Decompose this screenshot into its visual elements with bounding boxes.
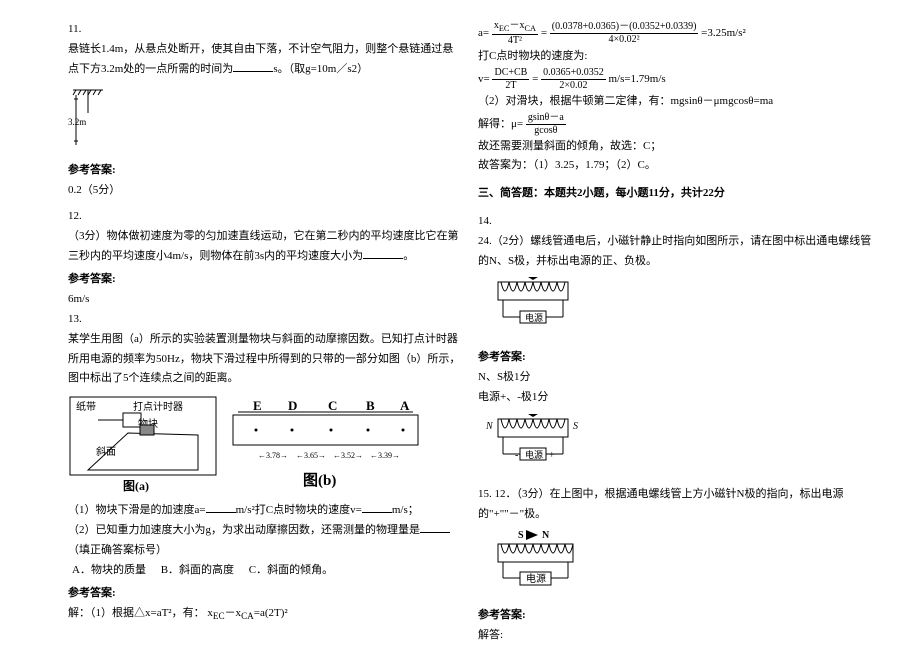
q11-answer: 0.2（5分） <box>68 181 462 201</box>
svg-text:图(b): 图(b) <box>303 472 336 489</box>
q13-figures: 纸带 打点计时器 物块 斜面 图(a) E D C B A ←3.78→ <box>68 395 462 495</box>
svg-text:S: S <box>573 421 578 432</box>
line-need: 故还需要测量斜面的倾角，故选：C； <box>478 137 872 157</box>
q15: 15. 12．（3分）在上图中，根据通电螺线管上方小磁针N极的指向，标出电源的"… <box>478 485 872 646</box>
svg-text:C: C <box>328 398 337 413</box>
q13-num: 13. <box>68 313 82 325</box>
q14-num: 14. <box>478 212 872 232</box>
svg-text:-: - <box>515 450 518 461</box>
svg-text:N: N <box>542 530 550 541</box>
q12-num: 12. <box>68 210 82 222</box>
q13-sub1: （1）物块下滑是的加速度a=m/s²打C点时物块的速度v=m/s； <box>68 501 462 521</box>
ans14-1: N、S极1分 <box>478 368 872 388</box>
svg-text:E: E <box>253 398 262 413</box>
svg-text:电源: 电源 <box>526 572 546 585</box>
q11-body: 悬链长1.4m，从悬点处断开，使其自由下落，不计空气阻力，则整个悬链通过悬点下方… <box>68 40 462 80</box>
left-column: 11. 悬链长1.4m，从悬点处断开，使其自由下落，不计空气阻力，则整个悬链通过… <box>60 20 470 631</box>
dim-label: 3.2m <box>68 117 86 127</box>
answer-label: 参考答案: <box>68 584 462 604</box>
fraction: 0.0365+0.0352 2×0.02 <box>541 67 606 92</box>
blank <box>233 60 273 72</box>
q12-answer: 6m/s <box>68 290 462 310</box>
svg-text:N: N <box>485 421 494 432</box>
svg-text:A: A <box>400 398 410 413</box>
option-c: C．斜面的倾角。 <box>249 561 333 581</box>
q13-options: A．物块的质量 B．斜面的高度 C．斜面的倾角。 <box>72 561 462 581</box>
eq-mu: 解得：μ= gsinθ－a gcosθ <box>478 112 872 137</box>
svg-text:打点计时器: 打点计时器 <box>133 400 183 413</box>
line-final-ans: 故答案为：（1）3.25，1.79；（2）C。 <box>478 156 872 176</box>
fraction: gsinθ－a gcosθ <box>526 112 566 137</box>
q14-diagram: NS 电源 <box>478 277 872 342</box>
answer-label: 参考答案: <box>478 606 872 626</box>
eq-velocity: v= DC+CB 2T = 0.0365+0.0352 2×0.02 m/s=1… <box>478 67 872 92</box>
q13-solution: 解：（1）根据△x=aT²，有： xEC－xCA=a(2T)² <box>68 604 462 625</box>
q14-answer-diagram: N NS S 电源 -+ <box>478 414 872 479</box>
blank <box>206 501 236 513</box>
svg-text:电源: 电源 <box>525 449 543 460</box>
q13: 13. 某学生用图（a）所示的实验装置测量物块与斜面的动摩擦因数。已知打点计时器… <box>68 310 462 625</box>
svg-text:电源: 电源 <box>525 312 543 323</box>
option-b: B．斜面的高度 <box>161 561 234 581</box>
fraction: DC+CB 2T <box>492 67 529 92</box>
svg-text:B: B <box>366 398 375 413</box>
svg-text:图(a): 图(a) <box>123 479 149 493</box>
figure-b: E D C B A ←3.78→ ←3.65→ ←3.52→ ←3.39→ 图(… <box>228 395 428 495</box>
right-column: a= xEC－xCA 4T² = (0.0378+0.0365)－(0.0352… <box>470 20 880 631</box>
figure-a: 纸带 打点计时器 物块 斜面 图(a) <box>68 395 218 495</box>
jieda-label: 解答: <box>478 626 872 646</box>
eq-acceleration: a= xEC－xCA 4T² = (0.0378+0.0365)－(0.0352… <box>478 20 872 47</box>
line-newton: （2）对滑块，根据牛顿第二定律，有：mgsinθ－μmgcosθ=ma <box>478 92 872 112</box>
q11: 11. 悬链长1.4m，从悬点处断开，使其自由下落，不计空气阻力，则整个悬链通过… <box>68 20 462 201</box>
q12-body: （3分）物体做初速度为零的匀加速直线运动，它在第二秒内的平均速度比它在第三秒内的… <box>68 227 462 267</box>
svg-text:斜面: 斜面 <box>96 445 116 458</box>
blank <box>362 501 392 513</box>
svg-text:D: D <box>288 398 297 413</box>
q12: 12. （3分）物体做初速度为零的匀加速直线运动，它在第二秒内的平均速度比它在第… <box>68 207 462 310</box>
svg-text:←3.78→: ←3.78→ <box>258 451 288 460</box>
q11-num: 11. <box>68 23 81 35</box>
svg-text:纸带: 纸带 <box>76 400 96 413</box>
q11-diagram: 3.2m <box>68 85 462 155</box>
q15-diagram: S N 电源 <box>478 530 872 600</box>
svg-text:+: + <box>549 450 555 461</box>
svg-text:←3.52→: ←3.52→ <box>333 451 363 460</box>
svg-text:S: S <box>518 530 524 541</box>
answer-label: 参考答案: <box>68 270 462 290</box>
q24-text: 24.（2分）螺线管通电后，小磁针静止时指向如图所示，请在图中标出通电螺线管的N… <box>478 232 872 272</box>
svg-text:←3.65→: ←3.65→ <box>296 451 326 460</box>
svg-text:←3.39→: ←3.39→ <box>370 451 400 460</box>
fraction: xEC－xCA 4T² <box>492 20 538 47</box>
q15-text: 15. 12．（3分）在上图中，根据通电螺线管上方小磁针N极的指向，标出电源的"… <box>478 485 872 525</box>
blank <box>363 247 403 259</box>
option-a: A．物块的质量 <box>72 561 146 581</box>
section-3-title: 三、简答题：本题共2小题，每小题11分，共计22分 <box>478 184 872 204</box>
answer-label: 参考答案: <box>68 161 462 181</box>
answer-label: 参考答案: <box>478 348 872 368</box>
q13-p1: 某学生用图（a）所示的实验装置测量物块与斜面的动摩擦因数。已知打点计时器所用电源… <box>68 330 462 389</box>
q13-sub2: （2）已知重力加速度大小为g，为求出动摩擦因数，还需测量的物理量是（填正确答案标… <box>68 521 462 561</box>
line-c-vel: 打C点时物块的速度为: <box>478 47 872 67</box>
blank <box>420 521 450 533</box>
fraction: (0.0378+0.0365)－(0.0352+0.0339) 4×0.02² <box>550 21 699 46</box>
q14: 14. 24.（2分）螺线管通电后，小磁针静止时指向如图所示，请在图中标出通电螺… <box>478 212 872 479</box>
ans14-2: 电源+、-极1分 <box>478 388 872 408</box>
